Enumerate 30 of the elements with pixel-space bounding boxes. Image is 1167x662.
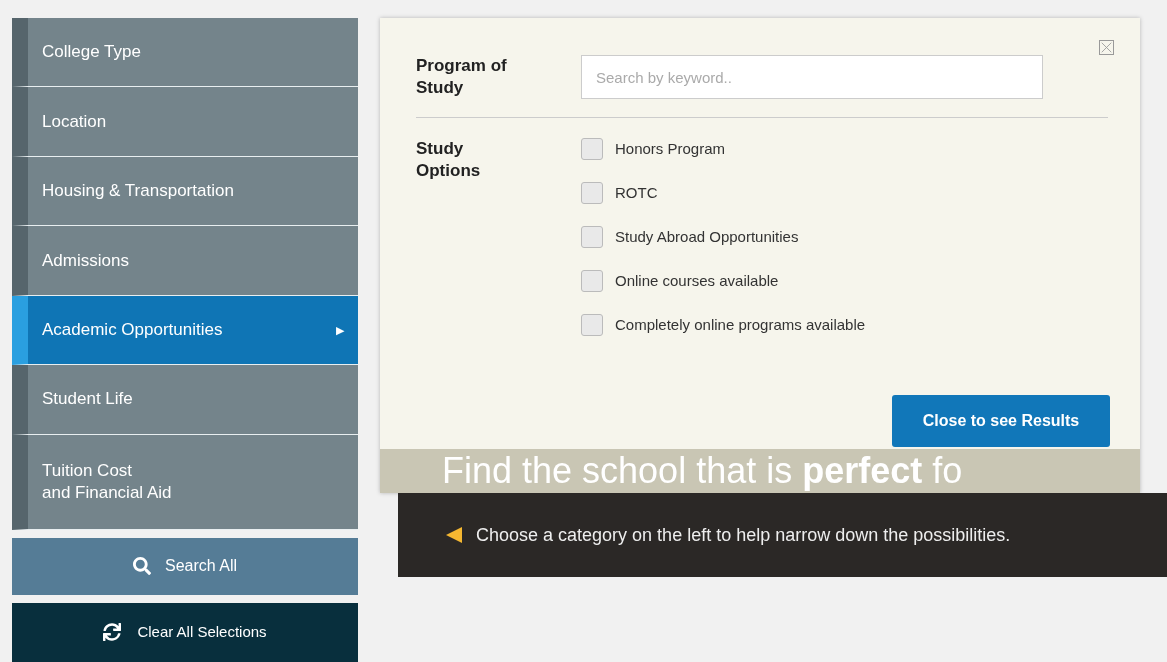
sidebar-item[interactable]: Location bbox=[12, 87, 358, 157]
search-icon bbox=[132, 557, 151, 576]
checkbox[interactable] bbox=[581, 182, 603, 204]
close-results-button[interactable]: Close to see Results bbox=[892, 395, 1110, 447]
sidebar-item[interactable]: College Type bbox=[12, 18, 358, 88]
sidebar-item[interactable]: Academic Opportunities ▶ bbox=[12, 295, 358, 366]
caret-icon: ▶ bbox=[336, 321, 344, 339]
option-label: Completely online programs available bbox=[615, 314, 866, 335]
option-label: Online courses available bbox=[615, 270, 779, 291]
checkbox[interactable] bbox=[581, 314, 603, 336]
hint-text: Choose a category on the left to help narrow down the possibilities. bbox=[476, 523, 1011, 547]
headline: Find the school that is perfect fo bbox=[442, 450, 963, 491]
search-all-button[interactable]: Search All bbox=[12, 537, 358, 595]
sidebar-item[interactable]: Housing & Transportation bbox=[12, 156, 358, 227]
checkbox[interactable] bbox=[581, 138, 603, 160]
left-triangle-icon bbox=[444, 525, 464, 545]
sidebar-item[interactable]: Admissions bbox=[12, 226, 358, 296]
option-label: Honors Program bbox=[615, 138, 726, 159]
checkbox[interactable] bbox=[581, 226, 603, 248]
close-icon[interactable] bbox=[1099, 40, 1114, 55]
field-label: Program of Study bbox=[416, 55, 508, 99]
checkbox[interactable] bbox=[581, 270, 603, 292]
clear-selections-button[interactable]: Clear All Selections bbox=[12, 602, 358, 662]
search-field[interactable]: Search by keyword.. bbox=[581, 55, 1043, 99]
field-label: Study Options bbox=[416, 138, 482, 182]
sidebar-item[interactable]: Student Life bbox=[12, 365, 358, 435]
refresh-icon bbox=[103, 623, 122, 642]
sidebar-item[interactable]: Tuition Cost and Financial Aid bbox=[12, 434, 358, 530]
option-label: ROTC bbox=[615, 182, 658, 203]
option-label: Study Abroad Opportunities bbox=[615, 226, 799, 247]
